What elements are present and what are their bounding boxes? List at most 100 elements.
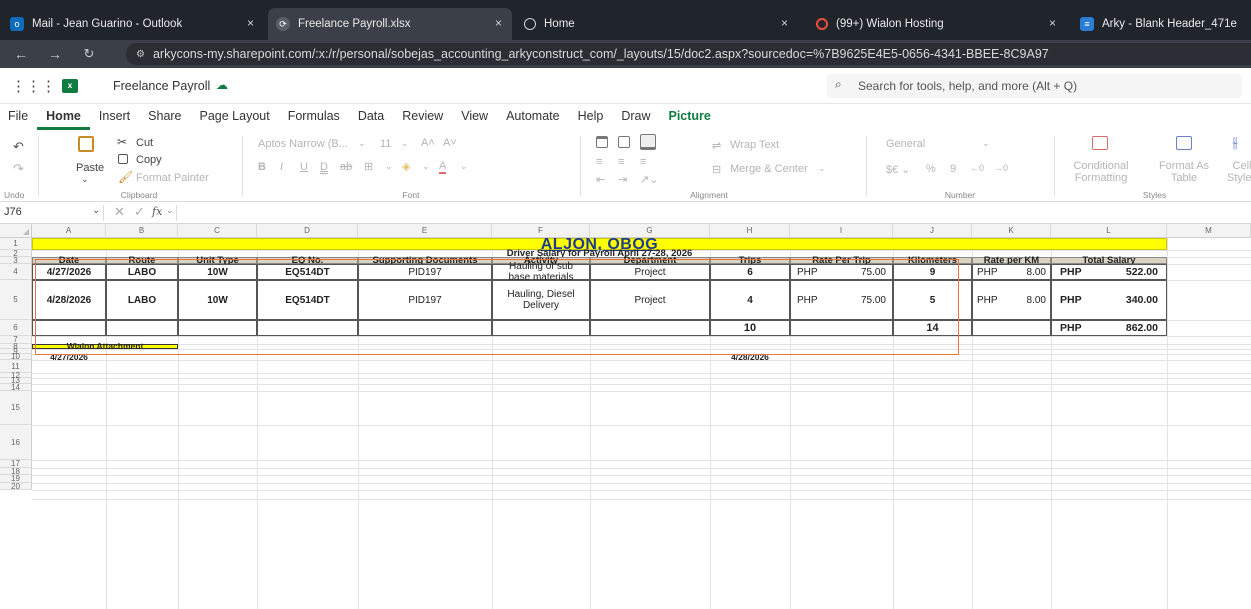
grand-total-salary[interactable]: PHP 862.00 [1051,320,1167,336]
browser-tab-home[interactable]: Home × [516,8,798,40]
cell-rate-per-km[interactable]: PHP 8.00 [972,280,1051,320]
decrease-decimal-icon[interactable]: →0 [994,163,1008,173]
chevron-down-icon[interactable]: ⌄ [166,205,174,216]
name-box[interactable]: J76 [4,206,22,218]
underline-icon[interactable]: U [300,161,308,173]
chevron-down-icon[interactable]: ⌄ [818,163,826,174]
bottom-align-icon[interactable] [640,134,656,150]
row-header-14[interactable]: 14 [0,384,32,392]
font-color-icon[interactable]: A [439,160,447,174]
chevron-down-icon[interactable]: ⌄ [358,138,366,149]
browser-tab-wialon[interactable]: (99+) Wialon Hosting × [808,8,1066,40]
cell-total-salary[interactable]: PHP 340.00 [1051,280,1167,320]
tab-share[interactable]: Share [139,104,190,130]
row-header-4[interactable]: 4 [0,264,32,280]
increase-decimal-icon[interactable]: ←0 [970,163,984,173]
comma-icon[interactable]: 9 [950,163,956,175]
wrap-text-button[interactable]: Wrap Text [730,139,779,151]
copy-button[interactable]: Copy [136,154,162,166]
tab-draw[interactable]: Draw [612,104,659,130]
top-align-icon[interactable] [596,136,608,148]
tab-automate[interactable]: Automate [497,104,569,130]
orientation-icon[interactable]: ↗⌄ [640,173,658,186]
tab-help[interactable]: Help [569,104,613,130]
select-all-corner[interactable] [0,224,32,238]
font-size-select[interactable]: 11 [380,138,391,150]
font-name-select[interactable]: Aptos Narrow (B... [258,138,348,150]
column-header-h[interactable]: H [710,224,790,238]
browser-tab-outlook[interactable]: o Mail - Jean Guarino - Outlook × [2,8,264,40]
row-header-16[interactable]: 16 [0,425,32,460]
empty-cell[interactable] [972,320,1051,336]
paste-button[interactable]: Paste [76,162,104,174]
currency-icon[interactable]: $€ ⌄ [886,163,911,176]
increase-font-icon[interactable]: A˄ [421,137,435,149]
chevron-down-icon[interactable]: ⌄ [982,138,990,149]
borders-icon[interactable]: ⊞ [364,160,373,173]
row-header-15[interactable]: 15 [0,391,32,425]
close-icon[interactable]: × [495,16,502,30]
chevron-down-icon[interactable]: ⌄ [81,174,89,185]
paste-icon[interactable] [78,136,94,152]
column-header-j[interactable]: J [893,224,972,238]
app-launcher-icon[interactable]: ⋮⋮⋮ [11,77,56,95]
chevron-down-icon[interactable]: ⌄ [92,205,100,216]
strikethrough-icon[interactable]: ab [340,161,352,173]
bold-icon[interactable]: B [258,161,266,173]
decrease-indent-icon[interactable]: ⇤ [596,173,605,186]
cancel-icon[interactable]: ✕ [114,204,125,220]
column-label[interactable]: Total Salary [1051,255,1167,266]
middle-align-icon[interactable] [618,136,630,148]
forward-icon[interactable]: → [42,46,68,62]
worksheet-grid[interactable]: ABCDEFGHIJKLM 1 2 3 4 5 6 7 8 9 10 11 12 13 14 15 16 17 1… [0,224,1251,609]
close-icon[interactable]: × [1049,16,1056,30]
undo-icon[interactable]: ↶ [13,139,24,155]
row-header-20[interactable]: 20 [0,483,32,491]
column-header-k[interactable]: K [972,224,1051,238]
search-box[interactable]: ⌕ Search for tools, help, and more (Alt … [827,74,1242,98]
column-header-b[interactable]: B [106,224,178,238]
decrease-font-icon[interactable]: A˅ [443,137,457,149]
increase-indent-icon[interactable]: ⇥ [618,173,627,186]
align-right-icon[interactable]: ≡ [640,156,646,168]
align-left-icon[interactable]: ≡ [596,156,602,168]
tab-file[interactable]: File [0,104,37,130]
cell-styles-button[interactable]: Cell Styles [1222,160,1251,184]
tab-formulas[interactable]: Formulas [279,104,349,130]
back-icon[interactable]: ← [8,46,34,62]
column-label[interactable]: Rate per KM [972,255,1051,266]
close-icon[interactable]: × [247,16,254,30]
tab-data[interactable]: Data [349,104,393,130]
cell-rate-per-km[interactable]: PHP 8.00 [972,264,1051,280]
column-header-m[interactable]: M [1167,224,1251,238]
browser-tab-freelance-payroll[interactable]: ⟳ Freelance Payroll.xlsx × [268,8,512,40]
tab-review[interactable]: Review [393,104,452,130]
column-header-c[interactable]: C [178,224,257,238]
chevron-down-icon[interactable]: ⌄ [460,161,468,172]
merge-center-button[interactable]: Merge & Center [730,163,808,175]
align-center-icon[interactable]: ≡ [618,156,624,168]
url-field[interactable]: ⚙ arkycons-my.sharepoint.com/:x:/r/perso… [126,43,1251,65]
row-header-5[interactable]: 5 [0,280,32,320]
format-painter-button[interactable]: Format Painter [136,172,209,184]
column-header-d[interactable]: D [257,224,358,238]
conditional-formatting-button[interactable]: Conditional Formatting [1066,160,1136,184]
number-format-select[interactable]: General [886,138,925,150]
confirm-icon[interactable]: ✓ [134,204,145,220]
site-settings-icon[interactable]: ⚙ [136,49,145,60]
tab-home[interactable]: Home [37,104,90,130]
column-header-l[interactable]: L [1051,224,1167,238]
close-icon[interactable]: × [781,16,788,30]
tab-picture[interactable]: Picture [660,104,720,130]
cell-total-salary[interactable]: PHP 522.00 [1051,264,1167,280]
reload-icon[interactable]: ↻ [76,46,102,62]
column-header-a[interactable]: A [32,224,106,238]
cut-button[interactable]: Cut [136,137,153,149]
italic-icon[interactable]: I [280,161,283,173]
file-name[interactable]: Freelance Payroll [113,79,210,93]
insert-function-button[interactable]: fx [152,205,162,218]
percent-icon[interactable]: % [926,163,936,175]
double-underline-icon[interactable]: D [320,161,328,173]
tab-view[interactable]: View [452,104,497,130]
row-header-3[interactable]: 3 [0,257,32,265]
